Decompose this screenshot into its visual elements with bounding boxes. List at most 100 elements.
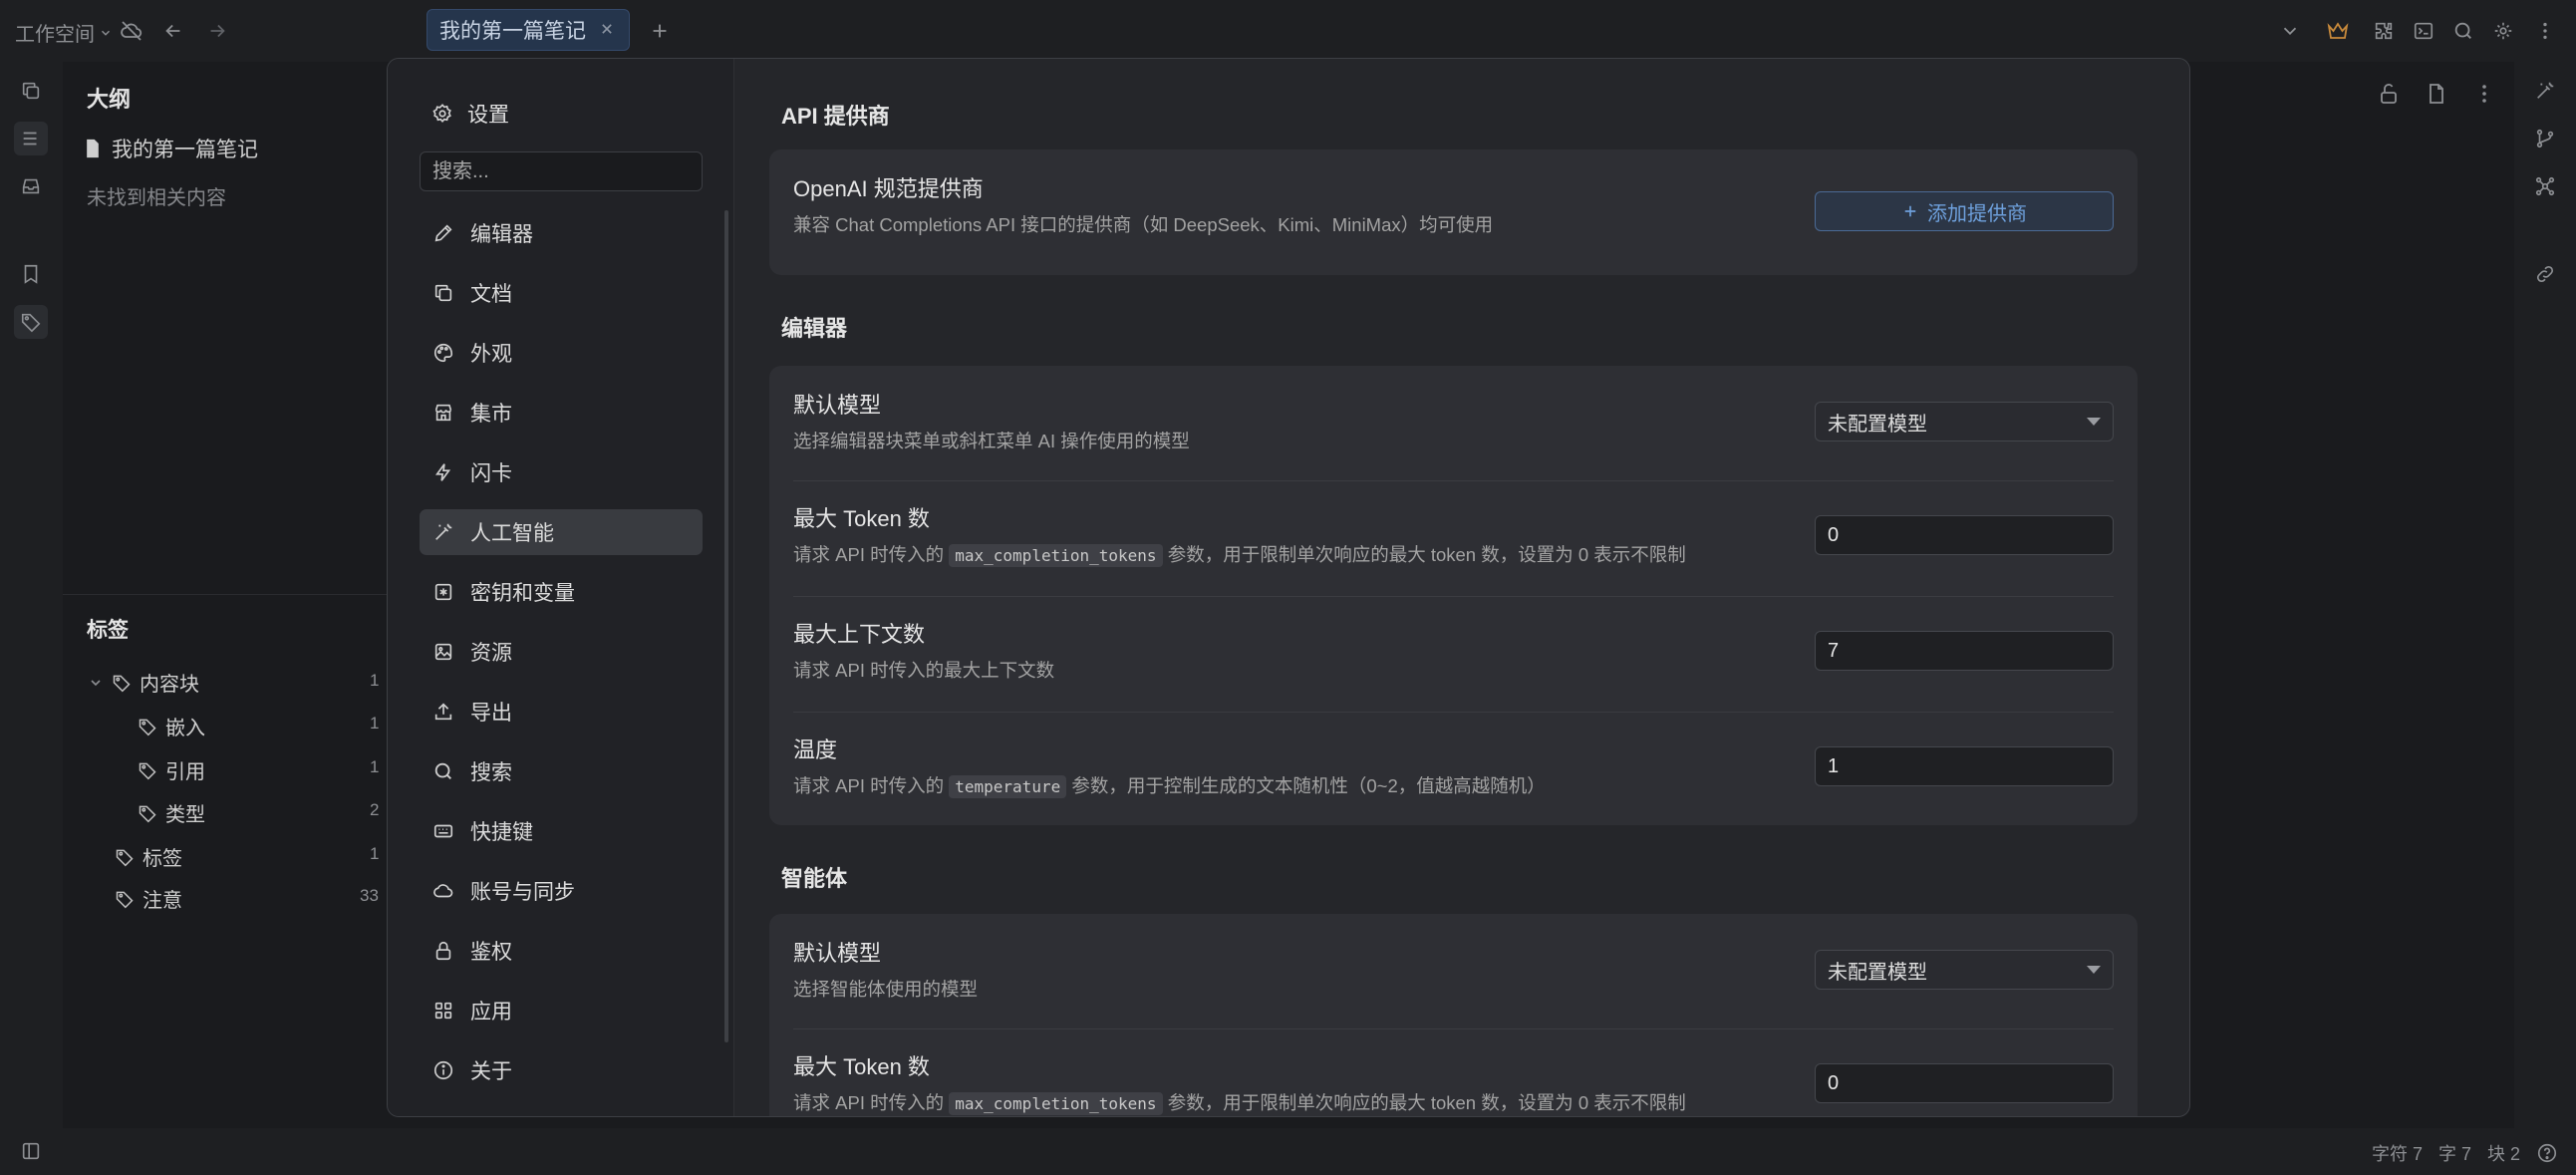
- crown-icon[interactable]: [2324, 17, 2352, 45]
- nav-item-export[interactable]: 导出: [420, 689, 703, 734]
- nav-item-search[interactable]: 搜索: [420, 748, 703, 794]
- editor-max-tokens-input[interactable]: 0: [1815, 515, 2114, 555]
- chevron-down-icon[interactable]: [88, 675, 104, 691]
- new-tab-plus-icon[interactable]: [646, 17, 674, 45]
- outline-doc-item[interactable]: 我的第一篇笔记: [84, 134, 258, 163]
- outline-button[interactable]: [14, 122, 48, 155]
- cloud-icon: [432, 880, 454, 902]
- settings-search-input[interactable]: [420, 151, 703, 191]
- editor-max-context-input[interactable]: 7: [1815, 631, 2114, 671]
- search-icon[interactable]: [2449, 17, 2477, 45]
- agent-max-tokens-input[interactable]: 0: [1815, 1063, 2114, 1103]
- tags-button[interactable]: [14, 305, 48, 339]
- tag-label: 标签: [143, 848, 182, 870]
- editor-max-tokens-row: 最大 Token 数 请求 API 时传入的 max_completion_to…: [769, 481, 2138, 596]
- nav-item-market[interactable]: 集市: [420, 390, 703, 436]
- tag-icon: [115, 889, 135, 909]
- nav-item-assets[interactable]: 资源: [420, 629, 703, 675]
- unlock-icon[interactable]: [2377, 82, 2401, 106]
- bookmark-icon: [20, 263, 42, 285]
- document-icon[interactable]: [2425, 82, 2448, 106]
- copy-icon: [20, 80, 42, 102]
- nav-label: 人工智能: [470, 522, 554, 545]
- terminal-icon[interactable]: [2410, 17, 2437, 45]
- store-icon: [432, 402, 454, 424]
- nav-item-account-sync[interactable]: 账号与同步: [420, 868, 703, 914]
- tag-label: 类型: [165, 804, 205, 826]
- editor-max-tokens-value: 0: [1828, 523, 1840, 546]
- editor-temperature-input[interactable]: 1: [1815, 746, 2114, 786]
- tag-count: 2: [370, 800, 380, 819]
- nav-item-ai[interactable]: 人工智能: [420, 509, 703, 555]
- agent-default-model-select[interactable]: 未配置模型: [1815, 950, 2114, 990]
- nav-item-editor[interactable]: 编辑器: [420, 210, 703, 256]
- agent-default-model-desc: 选择智能体使用的模型: [793, 979, 979, 1000]
- editor-default-model-value: 未配置模型: [1828, 413, 1927, 436]
- nav-item-shortcuts[interactable]: 快捷键: [420, 808, 703, 854]
- desc-suffix: 参数，用于限制单次响应的最大 token 数，设置为 0 表示不限制: [1167, 544, 1686, 565]
- nav-label: 快捷键: [470, 821, 533, 844]
- settings-nav: 设置 编辑器 文档 外观 集市 闪卡: [388, 59, 734, 1116]
- add-provider-button[interactable]: 添加提供商: [1815, 191, 2114, 231]
- nav-scrollbar[interactable]: [724, 210, 728, 1042]
- agent-icon[interactable]: [2489, 17, 2517, 45]
- nav-item-keys-variables[interactable]: 密钥和变量: [420, 569, 703, 615]
- nav-item-about[interactable]: 关于: [420, 1047, 703, 1093]
- tag-count: 1: [370, 671, 380, 690]
- ai-wand-button[interactable]: [2528, 74, 2562, 108]
- more-vertical-icon[interactable]: [2531, 17, 2559, 45]
- backlink-button[interactable]: [2528, 257, 2562, 291]
- nav-item-auth[interactable]: 鉴权: [420, 928, 703, 974]
- nav-label: 闪卡: [470, 462, 512, 485]
- tag-item-type[interactable]: 类型: [138, 798, 205, 827]
- inbox-icon: [20, 175, 42, 197]
- plugin-icon[interactable]: [2370, 17, 2398, 45]
- nav-item-appearance[interactable]: 外观: [420, 330, 703, 376]
- tag-label: 嵌入: [165, 718, 205, 739]
- tag-item-note[interactable]: 注意: [115, 884, 182, 913]
- editor-temperature-desc: 请求 API 时传入的 temperature 参数，用于控制生成的文本随机性（…: [793, 772, 1546, 798]
- tag-item-embed[interactable]: 嵌入: [138, 712, 205, 740]
- nav-item-apps[interactable]: 应用: [420, 988, 703, 1033]
- tag-item-content-block[interactable]: 内容块: [88, 668, 199, 697]
- tag-icon: [112, 673, 132, 693]
- tab-my-first-note[interactable]: 我的第一篇笔记: [427, 9, 630, 51]
- link-icon: [2534, 263, 2556, 285]
- agent-max-tokens-label: 最大 Token 数: [793, 1054, 930, 1079]
- inbox-button[interactable]: [14, 169, 48, 203]
- nav-label: 应用: [470, 1001, 512, 1024]
- tag-item-tag[interactable]: 标签: [115, 842, 182, 871]
- settings-nav-list: 编辑器 文档 外观 集市 闪卡 人工智能 密钥和变量 资源 导出 搜索 快捷键 …: [420, 210, 703, 1112]
- editor-max-tokens-label: 最大 Token 数: [793, 506, 930, 531]
- sync-off-icon[interactable]: [118, 17, 145, 45]
- bookmark-button[interactable]: [14, 257, 48, 291]
- nav-item-flashcard[interactable]: 闪卡: [420, 449, 703, 495]
- palette-icon: [432, 342, 454, 364]
- tag-label: 内容块: [140, 674, 199, 696]
- nav-item-docs[interactable]: 文档: [420, 270, 703, 316]
- tag-item-reference[interactable]: 引用: [138, 755, 205, 784]
- workspace-label: 工作空间: [15, 24, 95, 46]
- editor-default-model-select[interactable]: 未配置模型: [1815, 402, 2114, 441]
- chevron-down-icon[interactable]: [2276, 17, 2304, 45]
- pencil-icon: [432, 222, 454, 244]
- close-icon[interactable]: [597, 19, 617, 39]
- desc-suffix: 参数，用于控制生成的文本随机性（0~2，值越高越随机）: [1071, 775, 1546, 796]
- settings-title-label: 设置: [467, 104, 509, 127]
- tag-count: 33: [360, 886, 379, 905]
- workspace-menu[interactable]: 工作空间: [15, 18, 113, 47]
- block-count: 块 2: [2486, 1144, 2520, 1164]
- file-tree-button[interactable]: [14, 74, 48, 108]
- forward-arrow-icon[interactable]: [203, 17, 231, 45]
- editor-card: 默认模型 选择编辑器块菜单或斜杠菜单 AI 操作使用的模型 未配置模型 最大 T…: [769, 366, 2138, 825]
- git-branch-icon: [2534, 128, 2556, 149]
- tag-icon: [138, 760, 157, 780]
- graph-button[interactable]: [2528, 169, 2562, 203]
- layout-icon[interactable]: [20, 1140, 42, 1162]
- more-vertical-icon[interactable]: [2472, 82, 2496, 106]
- help-icon[interactable]: [2536, 1142, 2558, 1164]
- add-provider-label: 添加提供商: [1927, 202, 2027, 225]
- back-arrow-icon[interactable]: [159, 17, 187, 45]
- branch-button[interactable]: [2528, 122, 2562, 155]
- agent-default-model-value: 未配置模型: [1828, 961, 1927, 984]
